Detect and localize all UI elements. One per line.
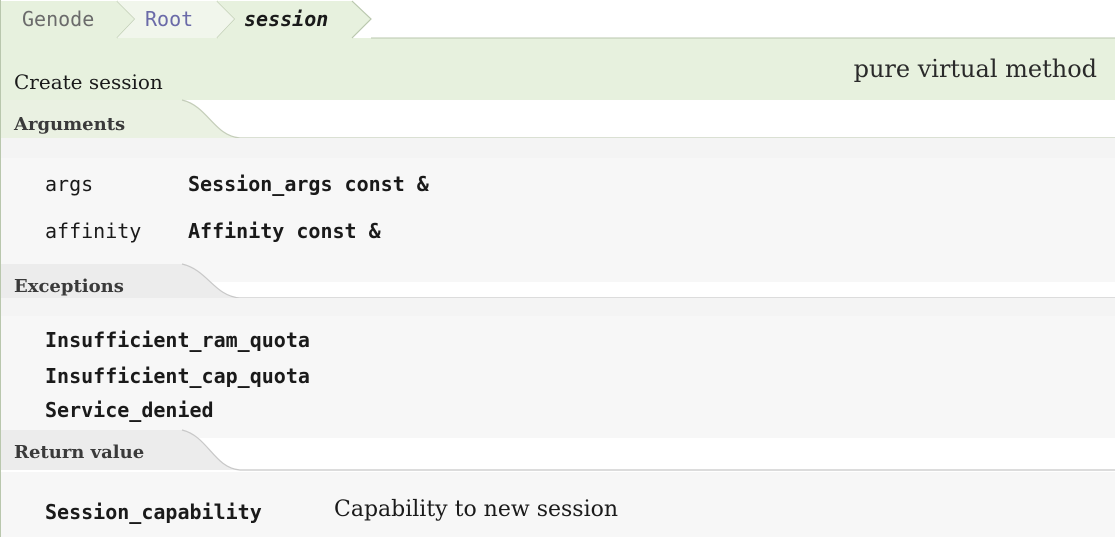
- api-doc-page: Genode Root session Create session pure …: [0, 0, 1115, 537]
- return-value-heading: Return value: [14, 442, 145, 463]
- return-type: Session_capability: [45, 500, 262, 524]
- exceptions-heading: Exceptions: [14, 276, 124, 297]
- exception-item: Insufficient_ram_quota: [45, 328, 310, 352]
- breadcrumb-genode[interactable]: Genode: [22, 0, 94, 39]
- arguments-heading: Arguments: [14, 114, 126, 135]
- exception-item: Insufficient_cap_quota: [45, 364, 310, 388]
- method-description: Create session: [14, 70, 163, 94]
- left-rule: [0, 0, 1, 537]
- breadcrumb-session: session: [244, 7, 329, 31]
- argument-type: Session_args const &: [188, 172, 429, 196]
- return-description: Capability to new session: [334, 497, 619, 522]
- breadcrumb-root[interactable]: Root: [145, 0, 193, 39]
- argument-name: args: [45, 172, 94, 196]
- method-kind: pure virtual method: [853, 55, 1097, 83]
- argument-type: Affinity const &: [188, 219, 381, 243]
- argument-name: affinity: [45, 219, 142, 243]
- exception-item: Service_denied: [45, 398, 214, 422]
